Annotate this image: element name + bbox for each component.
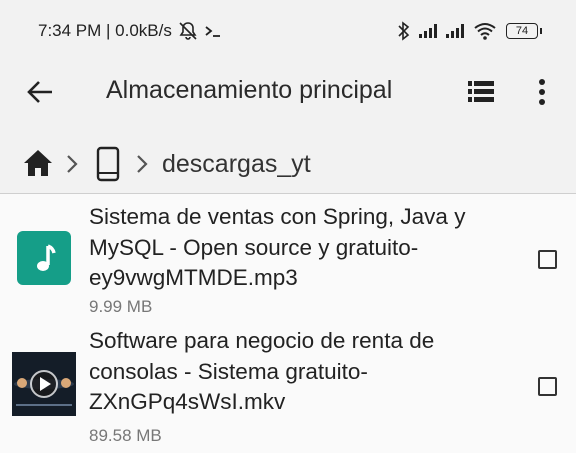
breadcrumb-current-folder[interactable]: descargas_yt	[162, 150, 311, 179]
video-preview-image	[12, 352, 76, 416]
status-left: 7:34 PM | 0.0kB/s	[38, 21, 224, 41]
app-bar: Almacenamiento principal	[0, 50, 576, 134]
file-size: 89.58 MB	[89, 426, 162, 445]
list-item[interactable]: Sistema de ventas con Spring, Java y MyS…	[0, 200, 576, 322]
select-checkbox[interactable]	[538, 377, 557, 396]
status-time-speed: 7:34 PM | 0.0kB/s	[38, 21, 172, 40]
status-right: 74	[398, 21, 542, 41]
terminal-icon	[205, 26, 220, 37]
signal-icon	[446, 24, 464, 38]
file-list: Sistema de ventas con Spring, Java y MyS…	[0, 194, 576, 453]
music-note-icon	[37, 244, 56, 271]
chevron-right-icon	[137, 155, 148, 173]
status-bar: 7:34 PM | 0.0kB/s 74	[0, 0, 576, 50]
bluetooth-icon	[398, 21, 410, 41]
breadcrumb: descargas_yt	[0, 134, 576, 194]
wifi-icon	[474, 23, 496, 40]
music-file-thumbnail	[17, 231, 71, 285]
file-name: Software para negocio de renta de consol…	[89, 328, 435, 414]
list-item[interactable]: Software para negocio de renta de consol…	[0, 324, 576, 453]
phone-icon[interactable]	[95, 146, 121, 182]
page-title: Almacenamiento principal	[106, 76, 393, 104]
video-thumbnail	[12, 352, 76, 416]
chevron-right-icon	[67, 155, 78, 173]
battery-icon: 74	[506, 23, 542, 39]
signal-icon	[419, 24, 437, 38]
file-size: 9.99 MB	[89, 297, 153, 316]
more-vert-icon[interactable]	[530, 76, 554, 108]
mute-bell-icon	[179, 22, 197, 40]
file-name: Sistema de ventas con Spring, Java y MyS…	[89, 204, 466, 290]
list-view-icon[interactable]	[465, 78, 497, 106]
back-arrow-icon[interactable]	[24, 76, 56, 108]
home-icon[interactable]	[22, 148, 54, 178]
battery-level: 74	[515, 25, 529, 37]
select-checkbox[interactable]	[538, 250, 557, 269]
